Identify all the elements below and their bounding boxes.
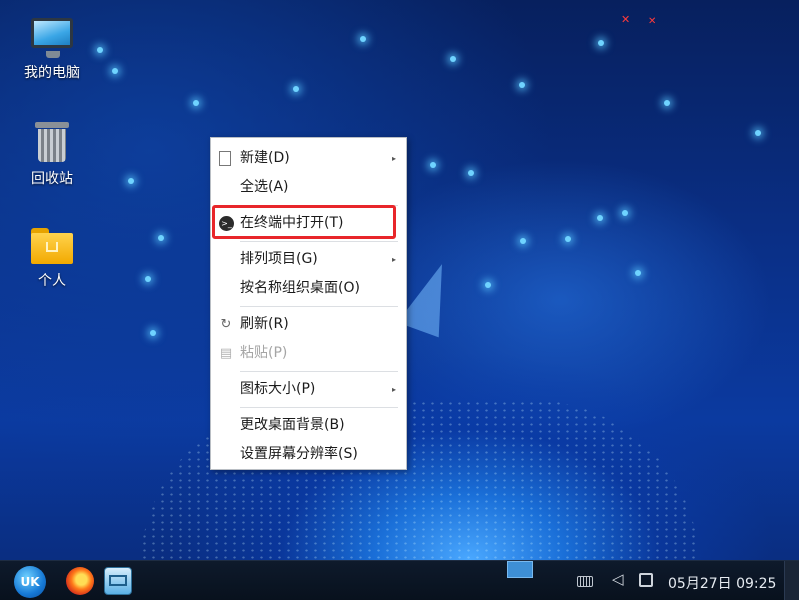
desktop-icon-home[interactable]: 个人 bbox=[12, 228, 92, 290]
menu-item-new[interactable]: 新建(D) ▸ bbox=[211, 144, 406, 173]
network-disconnected-icon: ✕ bbox=[648, 16, 657, 27]
menu-separator bbox=[240, 306, 398, 307]
menu-item-arrange-items[interactable]: 排列项目(G) ▸ bbox=[211, 245, 406, 274]
desktop-context-menu: 新建(D) ▸ 全选(A) >_ 在终端中打开(T) 排列项目(G) ▸ 按名称… bbox=[210, 137, 407, 470]
muted-icon: ✕ bbox=[621, 13, 631, 26]
workspace-switcher[interactable] bbox=[507, 561, 533, 578]
refresh-icon: ↻ bbox=[220, 317, 232, 332]
menu-item-screen-resolution[interactable]: 设置屏幕分辨率(S) bbox=[211, 440, 406, 469]
network-icon[interactable] bbox=[639, 573, 653, 587]
menu-item-label: 刷新(R) bbox=[240, 316, 289, 332]
submenu-arrow-icon: ▸ bbox=[391, 154, 396, 163]
desktop[interactable]: 我的电脑 回收站 个人 新建(D) ▸ 全选(A) >_ 在终端中打开(T) 排… bbox=[0, 0, 799, 600]
submenu-arrow-icon: ▸ bbox=[391, 385, 396, 394]
desktop-icon-trash[interactable]: 回收站 bbox=[12, 122, 92, 188]
paste-icon: ▤ bbox=[219, 346, 233, 361]
menu-item-label: 图标大小(P) bbox=[240, 381, 316, 397]
menu-item-icon-size[interactable]: 图标大小(P) ▸ bbox=[211, 375, 406, 404]
annotation-highlight-box bbox=[212, 205, 396, 239]
desktop-icon-label: 个人 bbox=[38, 273, 66, 289]
menu-item-select-all[interactable]: 全选(A) bbox=[211, 173, 406, 202]
menu-item-refresh[interactable]: ↻ 刷新(R) bbox=[211, 310, 406, 339]
menu-item-label: 按名称组织桌面(O) bbox=[240, 280, 360, 296]
menu-item-label: 设置屏幕分辨率(S) bbox=[240, 446, 358, 462]
menu-item-label: 粘贴(P) bbox=[240, 345, 288, 361]
menu-item-label: 排列项目(G) bbox=[240, 251, 318, 267]
menu-item-label: 更改桌面背景(B) bbox=[240, 417, 345, 433]
trash-icon bbox=[35, 122, 69, 162]
menu-separator bbox=[240, 407, 398, 408]
desktop-icon-my-computer[interactable]: 我的电脑 bbox=[12, 18, 92, 82]
start-menu-button[interactable]: UK bbox=[14, 566, 46, 598]
volume-icon[interactable]: ◁ bbox=[612, 570, 624, 588]
menu-item-organize-by-name[interactable]: 按名称组织桌面(O) bbox=[211, 274, 406, 303]
computer-icon bbox=[31, 18, 73, 58]
menu-item-change-background[interactable]: 更改桌面背景(B) bbox=[211, 411, 406, 440]
firefox-icon[interactable] bbox=[66, 567, 94, 595]
menu-separator bbox=[240, 241, 398, 242]
document-icon bbox=[219, 151, 231, 166]
show-desktop-button[interactable] bbox=[784, 561, 799, 600]
taskbar: UK ◁ 05月27日 09:25 bbox=[0, 560, 799, 600]
menu-item-label: 新建(D) bbox=[240, 150, 290, 166]
keyboard-icon[interactable] bbox=[577, 576, 593, 587]
desktop-icon-label: 我的电脑 bbox=[24, 65, 80, 81]
submenu-arrow-icon: ▸ bbox=[391, 255, 396, 264]
desktop-icon-label: 回收站 bbox=[31, 171, 73, 187]
wallpaper-logo bbox=[397, 256, 463, 338]
menu-item-label: 全选(A) bbox=[240, 179, 289, 195]
menu-separator bbox=[240, 371, 398, 372]
home-folder-icon bbox=[31, 228, 73, 264]
menu-item-paste: ▤ 粘贴(P) bbox=[211, 339, 406, 368]
clock[interactable]: 05月27日 09:25 bbox=[668, 573, 776, 593]
file-manager-icon[interactable] bbox=[104, 567, 132, 595]
